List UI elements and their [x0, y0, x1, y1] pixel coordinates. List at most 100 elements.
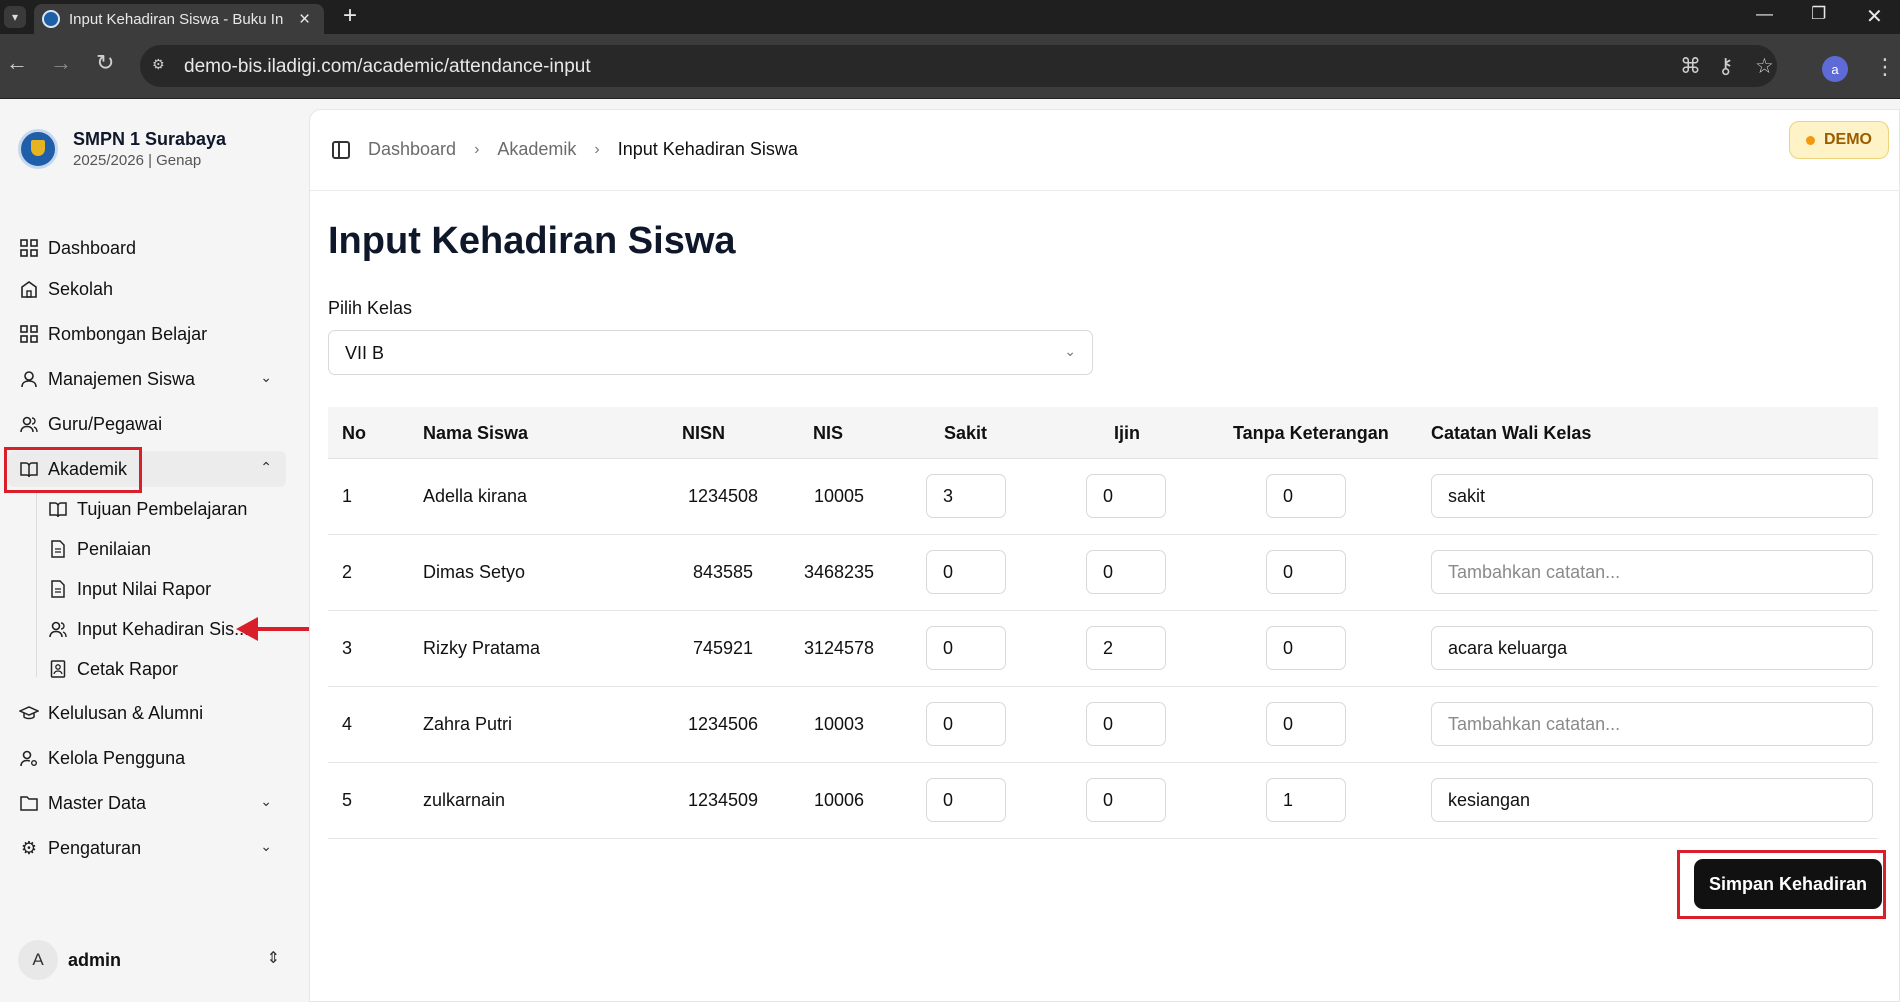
forward-icon[interactable]: → — [50, 52, 72, 74]
student-name: Rizky Pratama — [423, 638, 541, 658]
note-input[interactable]: kesiangan — [1431, 778, 1873, 822]
sidebar-item-cetak-rapor[interactable]: Cetak Rapor — [44, 652, 276, 686]
table-header: No Nama Siswa NISN NIS Sakit Ijin Tanpa … — [328, 407, 1878, 459]
student-nisn: 1234508 — [687, 486, 759, 506]
avatar: A — [18, 940, 58, 980]
sakit-input[interactable]: 0 — [926, 550, 1006, 594]
tab-title: Input Kehadiran Siswa - Buku In — [69, 10, 284, 28]
student-nisn: 843585 — [692, 562, 754, 582]
tab-search-icon[interactable]: ▾ — [4, 6, 26, 28]
topbar: Dashboard › Akademik › Input Kehadiran S… — [310, 110, 1900, 191]
note-input[interactable]: Tambahkan catatan... — [1431, 550, 1873, 594]
restore-icon[interactable]: ❐ — [1811, 4, 1826, 24]
profile-avatar[interactable]: a — [1822, 56, 1848, 82]
page-title: Input Kehadiran Siswa — [328, 220, 736, 262]
tanpa-keterangan-input[interactable]: 0 — [1266, 474, 1346, 518]
grid-icon — [19, 324, 39, 344]
omnibox[interactable]: ⚙ demo-bis.iladigi.com/academic/attendan… — [140, 45, 1777, 87]
ijin-input[interactable]: 0 — [1086, 778, 1166, 822]
browser-tab[interactable]: Input Kehadiran Siswa - Buku In × — [34, 4, 324, 34]
sidebar: SMPN 1 Surabaya 2025/2026 | Genap Dashbo… — [0, 99, 304, 1002]
key-icon[interactable]: ⚷ — [1718, 54, 1733, 79]
sidebar-item-penilaian[interactable]: Penilaian — [44, 532, 276, 566]
row-number: 1 — [342, 486, 353, 506]
site-info-icon[interactable]: ⚙ — [152, 56, 172, 76]
browser-tabbar: ▾ Input Kehadiran Siswa - Buku In × + — … — [0, 0, 1900, 34]
demo-badge: DEMO — [1789, 121, 1889, 159]
sidebar-item-label: Guru/Pegawai — [48, 413, 163, 434]
sidebar-item-rombongan-belajar[interactable]: Rombongan Belajar — [8, 316, 286, 352]
student-nis: 3468235 — [803, 562, 875, 582]
sidebar-item-label: Input Kehadiran Sis... — [77, 618, 250, 639]
tab-close-icon[interactable]: × — [299, 10, 310, 29]
class-select-label: Pilih Kelas — [328, 298, 413, 318]
sidebar-item-sekolah[interactable]: Sekolah — [8, 271, 286, 307]
chevron-down-icon: ⌄ — [260, 838, 272, 854]
sidebar-item-kelulusan-alumni[interactable]: Kelulusan & Alumni — [8, 695, 286, 731]
browser-menu-icon[interactable]: ⋮ — [1874, 54, 1896, 80]
breadcrumb-akademik[interactable]: Akademik — [497, 139, 576, 160]
column-header: Ijin — [1114, 423, 1140, 443]
note-input[interactable]: acara keluarga — [1431, 626, 1873, 670]
student-nis: 10005 — [813, 486, 865, 506]
column-header: Tanpa Keterangan — [1233, 423, 1389, 443]
tanpa-keterangan-input[interactable]: 0 — [1266, 550, 1346, 594]
chevron-right-icon: › — [594, 140, 600, 158]
save-attendance-button[interactable]: Simpan Kehadiran — [1694, 859, 1882, 909]
sidebar-item-label: Sekolah — [48, 278, 114, 299]
sakit-input[interactable]: 0 — [926, 626, 1006, 670]
sidebar-item-manajemen-siswa[interactable]: Manajemen Siswa ⌄ — [8, 361, 286, 397]
school-logo — [18, 129, 58, 169]
sidebar-item-pengaturan[interactable]: ⚙ Pengaturan ⌄ — [8, 830, 286, 866]
breadcrumb-dashboard[interactable]: Dashboard — [368, 139, 456, 160]
tanpa-keterangan-input[interactable]: 0 — [1266, 626, 1346, 670]
grid-icon — [19, 238, 39, 258]
sidebar-item-master-data[interactable]: Master Data ⌄ — [8, 785, 286, 821]
student-name: zulkarnain — [423, 790, 506, 810]
column-header: NIS — [813, 423, 844, 443]
tanpa-keterangan-input[interactable]: 0 — [1266, 702, 1346, 746]
sidebar-item-label: Kelola Pengguna — [48, 747, 186, 768]
bookmark-star-icon[interactable]: ☆ — [1755, 54, 1774, 79]
chevron-down-icon: ⌄ — [1064, 343, 1076, 359]
folder-icon — [19, 793, 39, 813]
student-name: Adella kirana — [423, 486, 528, 506]
sidebar-item-input-nilai-rapor[interactable]: Input Nilai Rapor — [44, 572, 276, 606]
gear-icon: ⚙ — [20, 837, 38, 858]
ijin-input[interactable]: 2 — [1086, 626, 1166, 670]
url-text[interactable]: demo-bis.iladigi.com/academic/attendance… — [184, 56, 591, 78]
student-nis: 10003 — [813, 714, 865, 734]
tanpa-keterangan-input[interactable]: 1 — [1266, 778, 1346, 822]
sidebar-item-guru-pegawai[interactable]: Guru/Pegawai — [8, 406, 286, 442]
sidebar-item-tujuan-pembelajaran[interactable]: Tujuan Pembelajaran — [44, 492, 276, 526]
user-menu[interactable]: A admin ⇕ — [18, 940, 280, 980]
users-icon — [19, 414, 39, 434]
ijin-input[interactable]: 0 — [1086, 702, 1166, 746]
sidebar-item-label: Dashboard — [48, 237, 137, 258]
note-input[interactable]: Tambahkan catatan... — [1431, 702, 1873, 746]
sidebar-item-label: Rombongan Belajar — [48, 323, 208, 344]
close-window-icon[interactable]: ✕ — [1866, 4, 1883, 29]
sakit-input[interactable]: 0 — [926, 778, 1006, 822]
note-input[interactable]: sakit — [1431, 474, 1873, 518]
student-nisn: 745921 — [692, 638, 754, 658]
sidebar-item-dashboard[interactable]: Dashboard — [8, 230, 286, 266]
class-select[interactable]: VII B ⌄ — [328, 330, 1093, 375]
sidebar-toggle-icon[interactable] — [332, 141, 350, 159]
new-tab-icon[interactable]: + — [343, 4, 357, 28]
sidebar-item-kelola-pengguna[interactable]: Kelola Pengguna — [8, 740, 286, 776]
table-row: 4 Zahra Putri 1234506 10003 0 0 0 Tambah… — [328, 687, 1878, 763]
ijin-input[interactable]: 0 — [1086, 474, 1166, 518]
student-nis: 10006 — [813, 790, 865, 810]
minimize-icon[interactable]: — — [1756, 4, 1773, 24]
translate-icon[interactable]: ⌘ — [1680, 54, 1701, 79]
user-name: admin — [68, 949, 122, 970]
sakit-input[interactable]: 3 — [926, 474, 1006, 518]
back-icon[interactable]: ← — [6, 52, 28, 74]
class-select-value: VII B — [345, 343, 385, 363]
reload-icon[interactable]: ↻ — [96, 52, 114, 74]
ijin-input[interactable]: 0 — [1086, 550, 1166, 594]
graduation-cap-icon — [19, 703, 39, 723]
breadcrumb: Dashboard › Akademik › Input Kehadiran S… — [368, 139, 798, 160]
sakit-input[interactable]: 0 — [926, 702, 1006, 746]
